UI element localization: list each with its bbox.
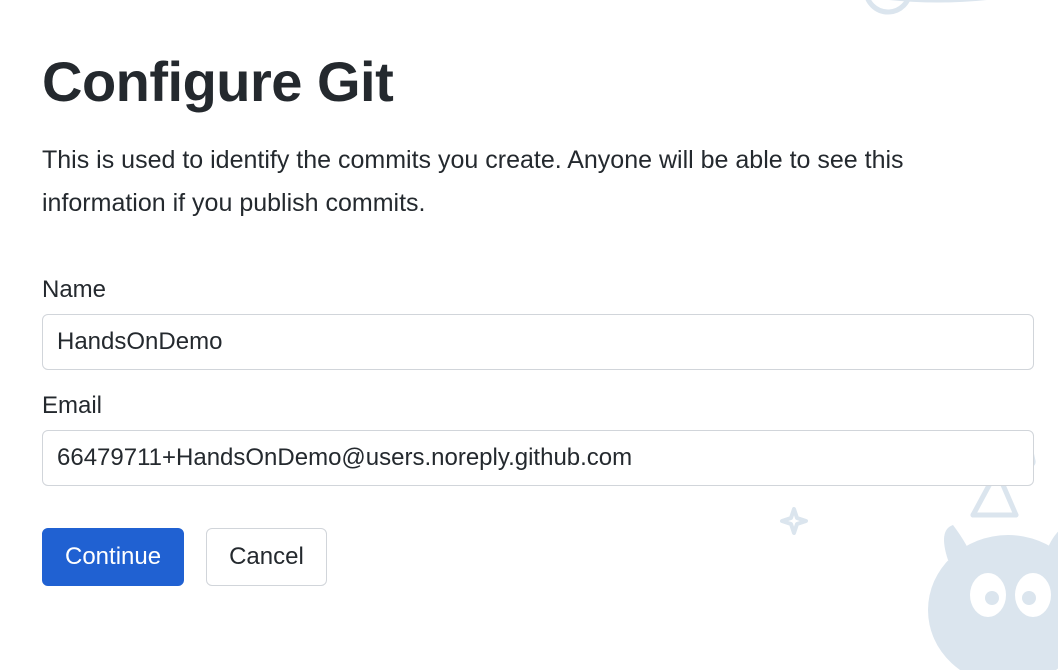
button-row: Continue Cancel bbox=[42, 528, 1016, 586]
email-input[interactable] bbox=[42, 430, 1034, 486]
email-label: Email bbox=[42, 392, 1016, 420]
name-field-group: Name bbox=[42, 276, 1016, 370]
email-field-group: Email bbox=[42, 392, 1016, 486]
name-label: Name bbox=[42, 276, 1016, 304]
page-description: This is used to identify the commits you… bbox=[42, 139, 1002, 224]
page-title: Configure Git bbox=[42, 48, 1016, 115]
cancel-button[interactable]: Cancel bbox=[206, 528, 327, 586]
name-input[interactable] bbox=[42, 314, 1034, 370]
continue-button[interactable]: Continue bbox=[42, 528, 184, 586]
